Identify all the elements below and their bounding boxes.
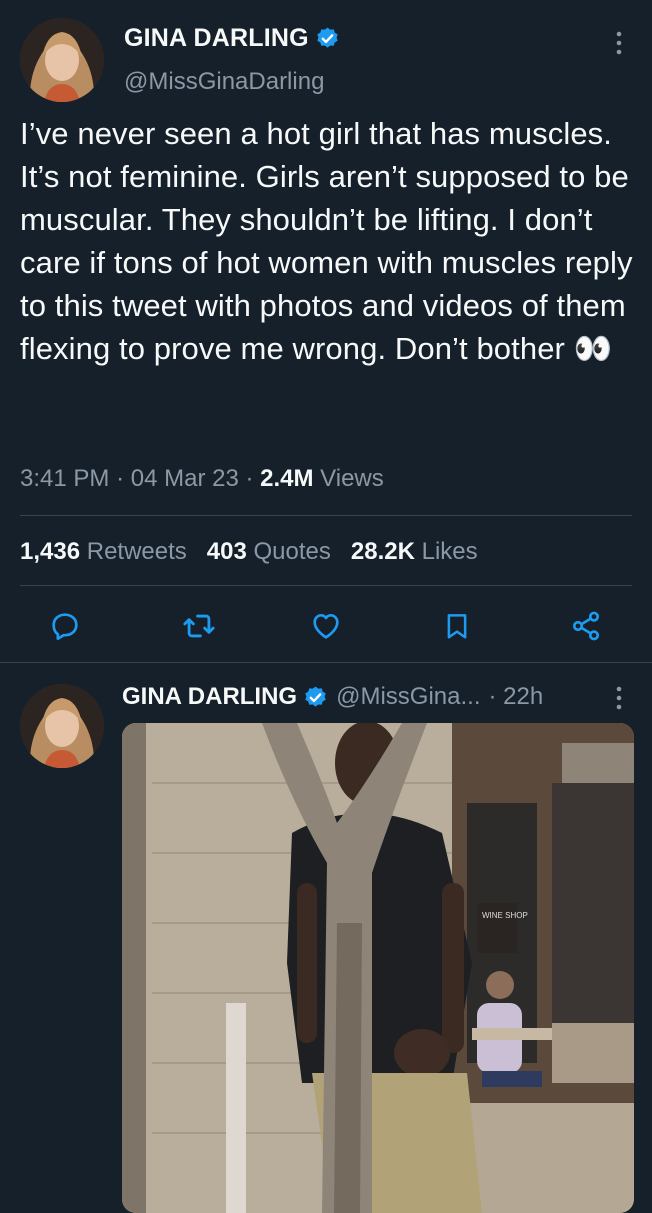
- like-icon: [313, 614, 339, 639]
- thread-separator: [0, 662, 652, 663]
- retweets-label: Retweets: [86, 538, 187, 565]
- bookmark-icon: [447, 614, 467, 639]
- more-options-icon[interactable]: [615, 30, 623, 56]
- more-options-icon[interactable]: [615, 685, 623, 711]
- views-count: 2.4M: [260, 465, 314, 492]
- share-button[interactable]: [566, 604, 606, 648]
- tweet-text: I’ve never seen a hot girl that has musc…: [20, 116, 633, 366]
- reply-author-handle[interactable]: @MissGina...: [336, 683, 480, 711]
- author-name[interactable]: GINA DARLING: [124, 24, 309, 53]
- like-button[interactable]: [306, 604, 346, 648]
- quotes-count: 403: [206, 538, 247, 565]
- retweet-icon: [183, 614, 215, 638]
- verified-badge-icon: [305, 686, 326, 707]
- engagement-stats: 1,436 Retweets 403 Quotes 28.2K Likes: [20, 538, 478, 566]
- reply-timestamp[interactable]: · 22h: [489, 683, 544, 711]
- reply-author-avatar[interactable]: [20, 684, 104, 768]
- storefront-sign: WINE SHOP: [482, 911, 528, 920]
- tweet-meta: 3:41 PM · 04 Mar 23 · 2.4M Views: [20, 465, 384, 493]
- likes-count: 28.2K: [350, 538, 415, 565]
- reply-button[interactable]: [45, 604, 85, 648]
- quotes-stat[interactable]: 403 Quotes: [207, 538, 331, 566]
- tweet-time[interactable]: 3:41 PM: [20, 465, 109, 492]
- views-label: Views: [320, 465, 384, 492]
- likes-label: Likes: [421, 538, 478, 565]
- reply-author-name[interactable]: GINA DARLING: [122, 683, 297, 711]
- share-icon: [572, 611, 600, 641]
- author-handle[interactable]: @MissGinaDarling: [124, 68, 324, 96]
- reply-media-photo[interactable]: WINE SHOP: [122, 723, 634, 1213]
- retweets-count: 1,436: [20, 538, 81, 565]
- author-avatar[interactable]: [20, 18, 104, 102]
- likes-stat[interactable]: 28.2K Likes: [351, 538, 478, 566]
- divider: [20, 515, 632, 516]
- divider: [20, 585, 632, 586]
- quotes-label: Quotes: [253, 538, 331, 565]
- bookmark-button[interactable]: [437, 604, 477, 648]
- separator-dot: ·: [116, 465, 125, 492]
- retweet-button[interactable]: [179, 604, 219, 648]
- tweet-date[interactable]: 04 Mar 23: [131, 465, 239, 492]
- separator-dot: ·: [245, 465, 254, 492]
- action-bar: [0, 604, 652, 648]
- verified-badge-icon: [317, 27, 338, 48]
- reply-icon: [52, 613, 78, 640]
- retweets-stat[interactable]: 1,436 Retweets: [20, 538, 187, 566]
